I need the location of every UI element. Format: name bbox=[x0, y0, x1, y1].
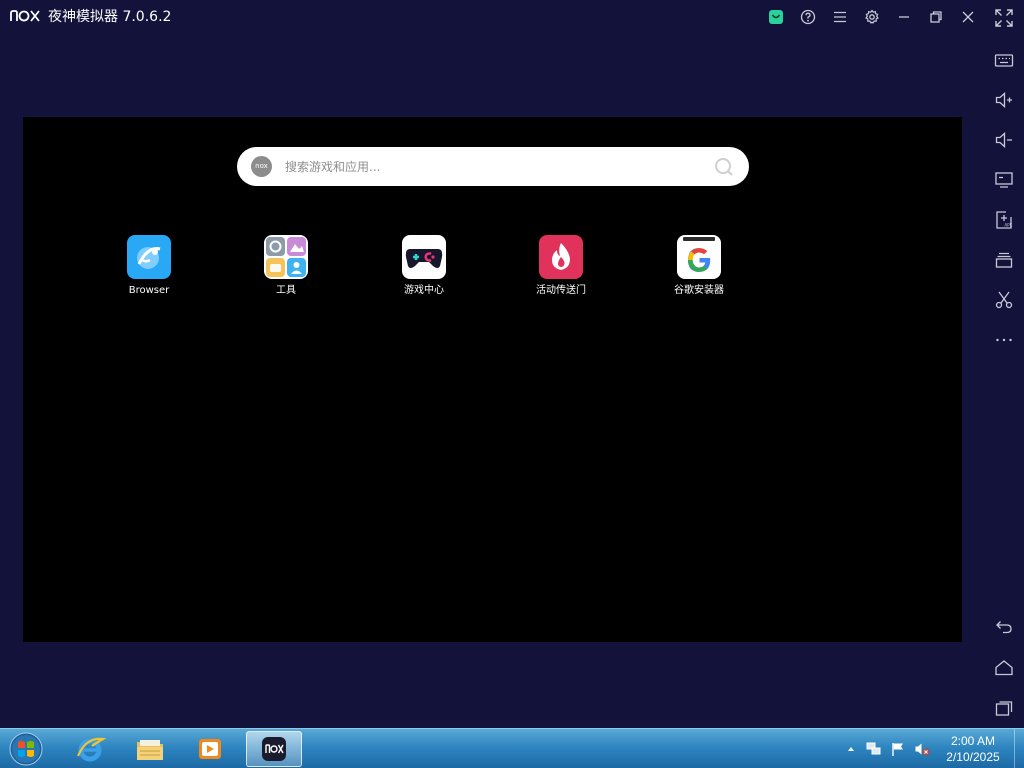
volume-up-icon[interactable] bbox=[992, 88, 1016, 112]
nox-emulator-window: 夜神模拟器 7.0.6.2 APK nox 搜索游戏和应用... Browser… bbox=[0, 0, 1024, 768]
multi-instance-icon[interactable] bbox=[992, 248, 1016, 272]
volume-down-icon[interactable] bbox=[992, 128, 1016, 152]
game-center-icon bbox=[402, 235, 446, 279]
app-browser[interactable]: Browser bbox=[99, 235, 199, 297]
settings-icon[interactable] bbox=[861, 6, 883, 28]
screen-icon[interactable] bbox=[992, 168, 1016, 192]
search-input[interactable] bbox=[285, 147, 685, 186]
window-title: 夜神模拟器 7.0.6.2 bbox=[48, 9, 172, 25]
media-player-icon[interactable] bbox=[182, 731, 238, 767]
app-game-center[interactable]: 游戏中心 bbox=[374, 235, 474, 297]
action-center-flag-icon[interactable] bbox=[890, 741, 906, 757]
more-icon[interactable] bbox=[992, 328, 1016, 352]
app-label: 工具 bbox=[276, 285, 296, 296]
help-icon[interactable] bbox=[797, 6, 819, 28]
app-google-installer[interactable]: 谷歌安装器 bbox=[649, 235, 749, 297]
browser-icon bbox=[127, 235, 171, 279]
app-label: 游戏中心 bbox=[404, 285, 444, 296]
network-icon[interactable] bbox=[866, 741, 882, 757]
app-tools[interactable]: 工具 bbox=[236, 235, 336, 297]
title-bar: 夜神模拟器 7.0.6.2 bbox=[0, 0, 1024, 34]
app-label: 谷歌安装器 bbox=[674, 285, 724, 296]
clock-time: 2:00 AM bbox=[950, 734, 996, 748]
home-icon[interactable] bbox=[992, 656, 1016, 680]
file-explorer-icon[interactable] bbox=[122, 731, 178, 767]
close-icon[interactable] bbox=[957, 6, 979, 28]
fullscreen-icon[interactable] bbox=[992, 6, 1016, 30]
show-desktop-button[interactable] bbox=[1014, 729, 1024, 768]
keyboard-icon[interactable] bbox=[992, 48, 1016, 72]
emulator-sidebar: APK bbox=[984, 0, 1024, 728]
tools-icon bbox=[264, 235, 308, 279]
start-icon[interactable] bbox=[6, 730, 46, 768]
clock-date: 2/10/2025 bbox=[946, 750, 1000, 764]
back-icon[interactable] bbox=[992, 615, 1016, 639]
event-portal-icon bbox=[539, 235, 583, 279]
app-label: 活动传送门 bbox=[536, 285, 586, 296]
nox-logo bbox=[10, 10, 40, 22]
volume-muted-icon[interactable] bbox=[914, 741, 930, 757]
android-home-screen: nox Browser bbox=[23, 117, 962, 642]
search-icon[interactable] bbox=[713, 156, 735, 178]
minimize-icon[interactable] bbox=[893, 6, 915, 28]
apk-label: APK bbox=[1005, 223, 1013, 228]
add-apk-icon[interactable]: APK bbox=[992, 208, 1016, 232]
app-event-portal[interactable]: 活动传送门 bbox=[511, 235, 611, 297]
shop-icon[interactable] bbox=[765, 6, 787, 28]
search-bar[interactable]: nox bbox=[237, 147, 749, 186]
recents-icon[interactable] bbox=[992, 696, 1016, 720]
nox-search-logo: nox bbox=[251, 156, 272, 177]
screenshot-icon[interactable] bbox=[992, 288, 1016, 312]
windows-taskbar: 2:00 AM 2/10/2025 bbox=[0, 728, 1024, 768]
system-clock[interactable]: 2:00 AM 2/10/2025 bbox=[940, 733, 1006, 765]
nox-icon[interactable] bbox=[246, 731, 302, 767]
show-hidden-icons-icon[interactable] bbox=[843, 741, 859, 757]
google-installer-icon bbox=[677, 235, 721, 279]
app-label: Browser bbox=[128, 285, 170, 296]
restore-icon[interactable] bbox=[925, 6, 947, 28]
menu-icon[interactable] bbox=[829, 6, 851, 28]
internet-explorer-icon[interactable] bbox=[62, 731, 118, 767]
